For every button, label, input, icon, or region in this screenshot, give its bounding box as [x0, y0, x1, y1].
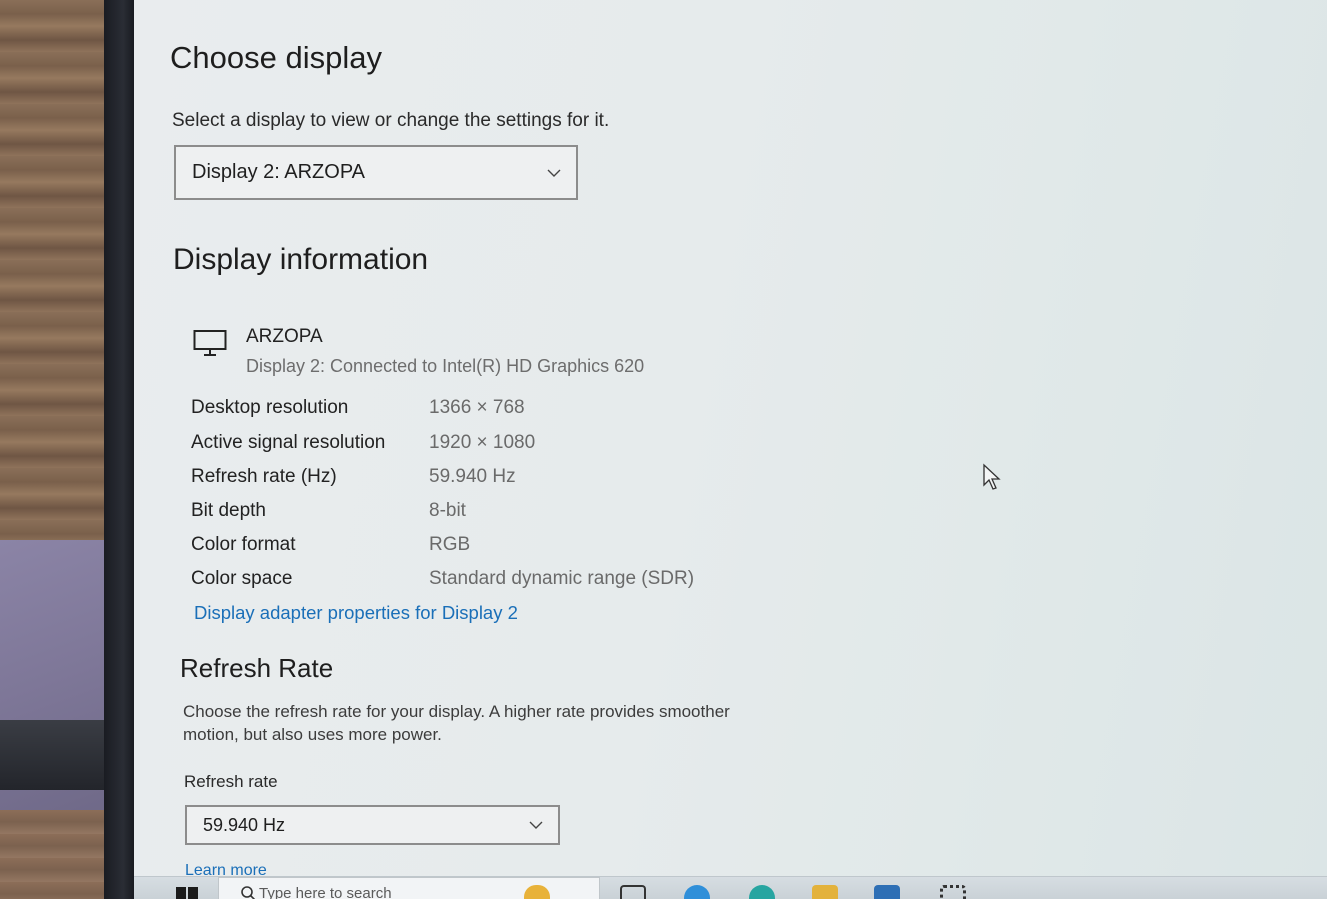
refresh-rate-dropdown[interactable]: 59.940 Hz [185, 805, 560, 845]
info-value: 1366 × 768 [429, 397, 525, 418]
info-value: RGB [429, 534, 471, 555]
display-name: ARZOPA [246, 326, 323, 347]
store-icon[interactable] [874, 885, 900, 899]
taskbar: Type here to search [134, 876, 1327, 899]
monitor-bezel [104, 0, 136, 899]
wood-surface-lower [0, 810, 120, 899]
monitor-icon [193, 330, 227, 356]
info-row-refresh-rate: Refresh rate (Hz) 59.940 Hz [191, 466, 751, 496]
info-label: Bit depth [191, 500, 266, 521]
display-information-heading: Display information [173, 243, 429, 276]
info-value: 8-bit [429, 500, 466, 521]
info-label: Color space [191, 568, 293, 589]
info-row-color-format: Color format RGB [191, 534, 751, 564]
info-row-desktop-resolution: Desktop resolution 1366 × 768 [191, 397, 751, 427]
file-explorer-icon[interactable] [812, 885, 838, 899]
task-view-icon[interactable] [620, 885, 646, 899]
refresh-rate-field-label: Refresh rate [184, 772, 278, 791]
display-select-dropdown[interactable]: Display 2: ARZOPA [174, 145, 578, 200]
settings-window: Choose display Select a display to view … [134, 0, 1327, 899]
info-label: Refresh rate (Hz) [191, 466, 337, 487]
edge-icon[interactable] [749, 885, 775, 899]
search-icon [241, 886, 256, 899]
edge-icon[interactable] [684, 885, 710, 899]
display-adapter-properties-link[interactable]: Display adapter properties for Display 2 [194, 602, 518, 624]
info-value: Standard dynamic range (SDR) [429, 568, 695, 589]
info-row-active-signal-resolution: Active signal resolution 1920 × 1080 [191, 432, 751, 462]
refresh-rate-value: 59.940 Hz [203, 814, 286, 835]
display-description: Display 2: Connected to Intel(R) HD Grap… [246, 356, 645, 376]
windows-start-icon[interactable] [176, 887, 198, 899]
mouse-pointer-icon [983, 463, 1001, 490]
info-row-color-space: Color space Standard dynamic range (SDR) [191, 568, 751, 598]
chevron-down-icon [547, 169, 561, 177]
info-label: Color format [191, 534, 296, 555]
choose-display-subtitle: Select a display to view or change the s… [172, 110, 610, 131]
info-value: 59.940 Hz [429, 466, 516, 487]
refresh-rate-description: Choose the refresh rate for your display… [183, 702, 730, 744]
refresh-rate-heading: Refresh Rate [180, 653, 334, 683]
info-label: Desktop resolution [191, 397, 349, 418]
usb-cable [0, 720, 120, 790]
wood-surface [0, 0, 112, 540]
info-label: Active signal resolution [191, 432, 386, 453]
info-row-bit-depth: Bit depth 8-bit [191, 500, 751, 530]
choose-display-heading: Choose display [170, 40, 382, 75]
display-select-value: Display 2: ARZOPA [192, 161, 366, 183]
settings-icon[interactable] [940, 885, 966, 899]
chevron-down-icon [529, 821, 543, 829]
info-value: 1920 × 1080 [429, 432, 536, 453]
